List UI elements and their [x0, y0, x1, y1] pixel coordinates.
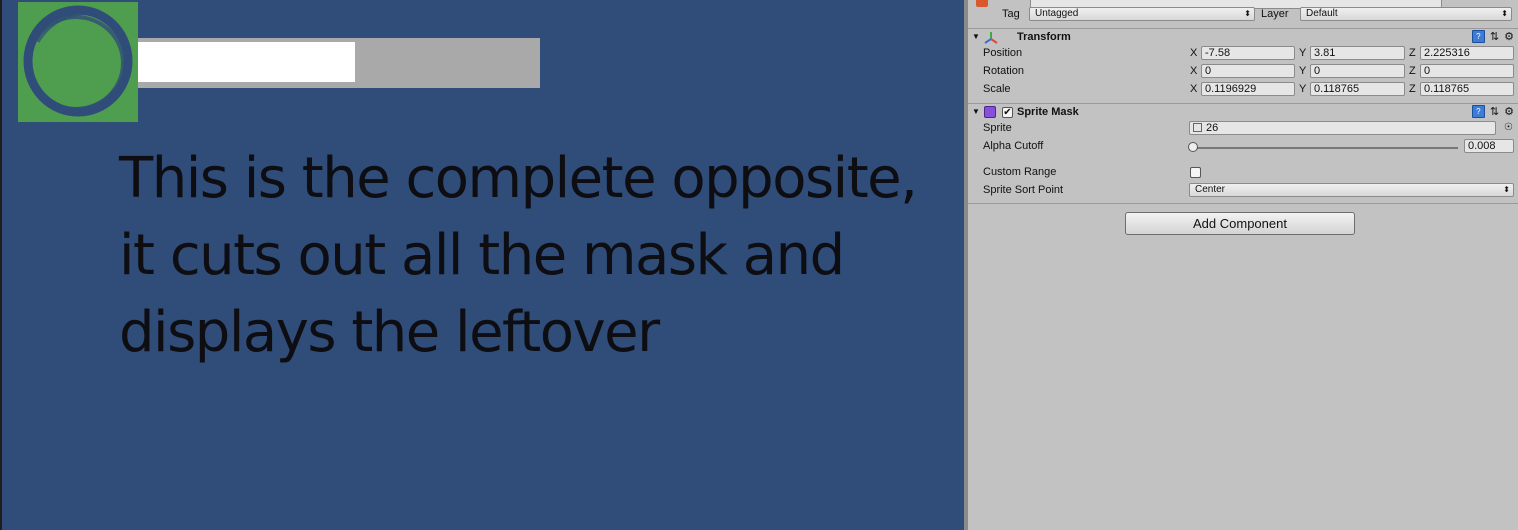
progress-bar-fill [138, 42, 356, 82]
gear-icon[interactable]: ⚙ [1504, 30, 1514, 43]
rotation-x-field[interactable]: 0 [1201, 64, 1295, 78]
scene-caption: This is the complete opposite, it cuts o… [119, 140, 959, 371]
sprite-mask-enabled-checkbox[interactable]: ✔ [1002, 107, 1013, 118]
scene-view[interactable]: This is the complete opposite, it cuts o… [0, 0, 964, 530]
alpha-cutoff-label: Alpha Cutoff [983, 140, 1044, 152]
alpha-cutoff-slider-handle[interactable] [1188, 142, 1199, 152]
tag-label: Tag [1002, 8, 1020, 20]
gear-icon[interactable]: ⚙ [1504, 105, 1514, 118]
sprite-sort-point-label: Sprite Sort Point [983, 184, 1064, 196]
axis-z-label: Z [1409, 65, 1416, 77]
sprite-mask-icon [984, 106, 996, 118]
rotation-y-field[interactable]: 0 [1310, 64, 1405, 78]
axis-x-label: X [1190, 65, 1198, 77]
axis-z-label: Z [1409, 83, 1416, 95]
custom-range-checkbox[interactable] [1190, 167, 1201, 178]
position-y-field[interactable]: 3.81 [1310, 46, 1405, 60]
presets-icon[interactable]: ⇅ [1490, 105, 1499, 118]
custom-range-label: Custom Range [983, 166, 1057, 178]
dropdown-arrow-icon: ⬍ [1501, 9, 1508, 18]
position-x-field[interactable]: -7.58 [1201, 46, 1295, 60]
sprite-object-field[interactable]: 26 [1189, 121, 1496, 135]
layer-value: Default [1306, 8, 1338, 19]
tag-layer-row: Tag Untagged ⬍ Layer Default ⬍ [968, 6, 1518, 24]
sprite-label: Sprite [983, 122, 1012, 134]
transform-icon [984, 32, 998, 44]
axis-y-label: Y [1299, 47, 1307, 59]
axis-z-label: Z [1409, 47, 1416, 59]
rotation-label: Rotation [983, 65, 1024, 77]
position-row: Position X -7.58 Y 3.81 Z 2.225316 [968, 45, 1518, 63]
axis-y-label: Y [1299, 65, 1307, 77]
caption-line-2: it cuts out all the mask and [119, 223, 845, 288]
scale-z-field[interactable]: 0.118765 [1420, 82, 1514, 96]
sprite-value: 26 [1206, 122, 1219, 134]
axis-x-label: X [1190, 83, 1198, 95]
scale-x-field[interactable]: 0.1196929 [1201, 82, 1295, 96]
component-divider [968, 203, 1518, 204]
progress-bar [138, 38, 540, 88]
caption-line-3: displays the leftover [119, 300, 660, 365]
add-component-button[interactable]: Add Component [1125, 212, 1355, 235]
foldout-arrow-icon[interactable]: ▼ [972, 107, 980, 116]
transform-title: Transform [1017, 31, 1071, 43]
scale-label: Scale [983, 83, 1011, 95]
inspector-panel: Tag Untagged ⬍ Layer Default ⬍ ▼ Transform… [968, 0, 1518, 530]
sprite-sort-point-row: Sprite Sort Point Center ⬍ [968, 182, 1518, 200]
alpha-cutoff-slider-track[interactable] [1190, 147, 1458, 149]
rotation-z-field[interactable]: 0 [1420, 64, 1514, 78]
sprite-row: Sprite 26 ☉ [968, 120, 1518, 138]
scale-y-field[interactable]: 0.118765 [1310, 82, 1405, 96]
help-icon[interactable]: ? [1471, 30, 1485, 43]
foldout-arrow-icon[interactable]: ▼ [972, 32, 980, 41]
alpha-cutoff-field[interactable]: 0.008 [1464, 139, 1514, 153]
axis-y-label: Y [1299, 83, 1307, 95]
rotation-row: Rotation X 0 Y 0 Z 0 [968, 63, 1518, 81]
sprite-asset-icon [1193, 123, 1202, 132]
dropdown-arrow-icon: ⬍ [1503, 185, 1510, 194]
object-picker-icon[interactable]: ☉ [1504, 122, 1513, 133]
presets-icon[interactable]: ⇅ [1490, 30, 1499, 43]
layer-label: Layer [1261, 8, 1289, 20]
sprite-sort-point-value: Center [1195, 184, 1226, 195]
custom-range-row: Custom Range [968, 164, 1518, 182]
sprite-mask-title: Sprite Mask [1017, 106, 1079, 118]
caption-line-1: This is the complete opposite, [119, 146, 918, 211]
tag-value: Untagged [1035, 8, 1079, 19]
dropdown-arrow-icon: ⬍ [1244, 9, 1251, 18]
position-z-field[interactable]: 2.225316 [1420, 46, 1514, 60]
tag-dropdown[interactable]: Untagged ⬍ [1029, 7, 1255, 21]
alpha-cutoff-row: Alpha Cutoff 0.008 [968, 138, 1518, 156]
scale-row: Scale X 0.1196929 Y 0.118765 Z 0.118765 [968, 81, 1518, 99]
green-square-sprite[interactable] [18, 2, 138, 122]
help-icon[interactable]: ? [1471, 105, 1485, 118]
circle-mask-ring-icon [23, 5, 133, 117]
sprite-sort-point-dropdown[interactable]: Center ⬍ [1189, 183, 1514, 197]
layer-dropdown[interactable]: Default ⬍ [1300, 7, 1512, 21]
position-label: Position [983, 47, 1023, 59]
axis-x-label: X [1190, 47, 1198, 59]
